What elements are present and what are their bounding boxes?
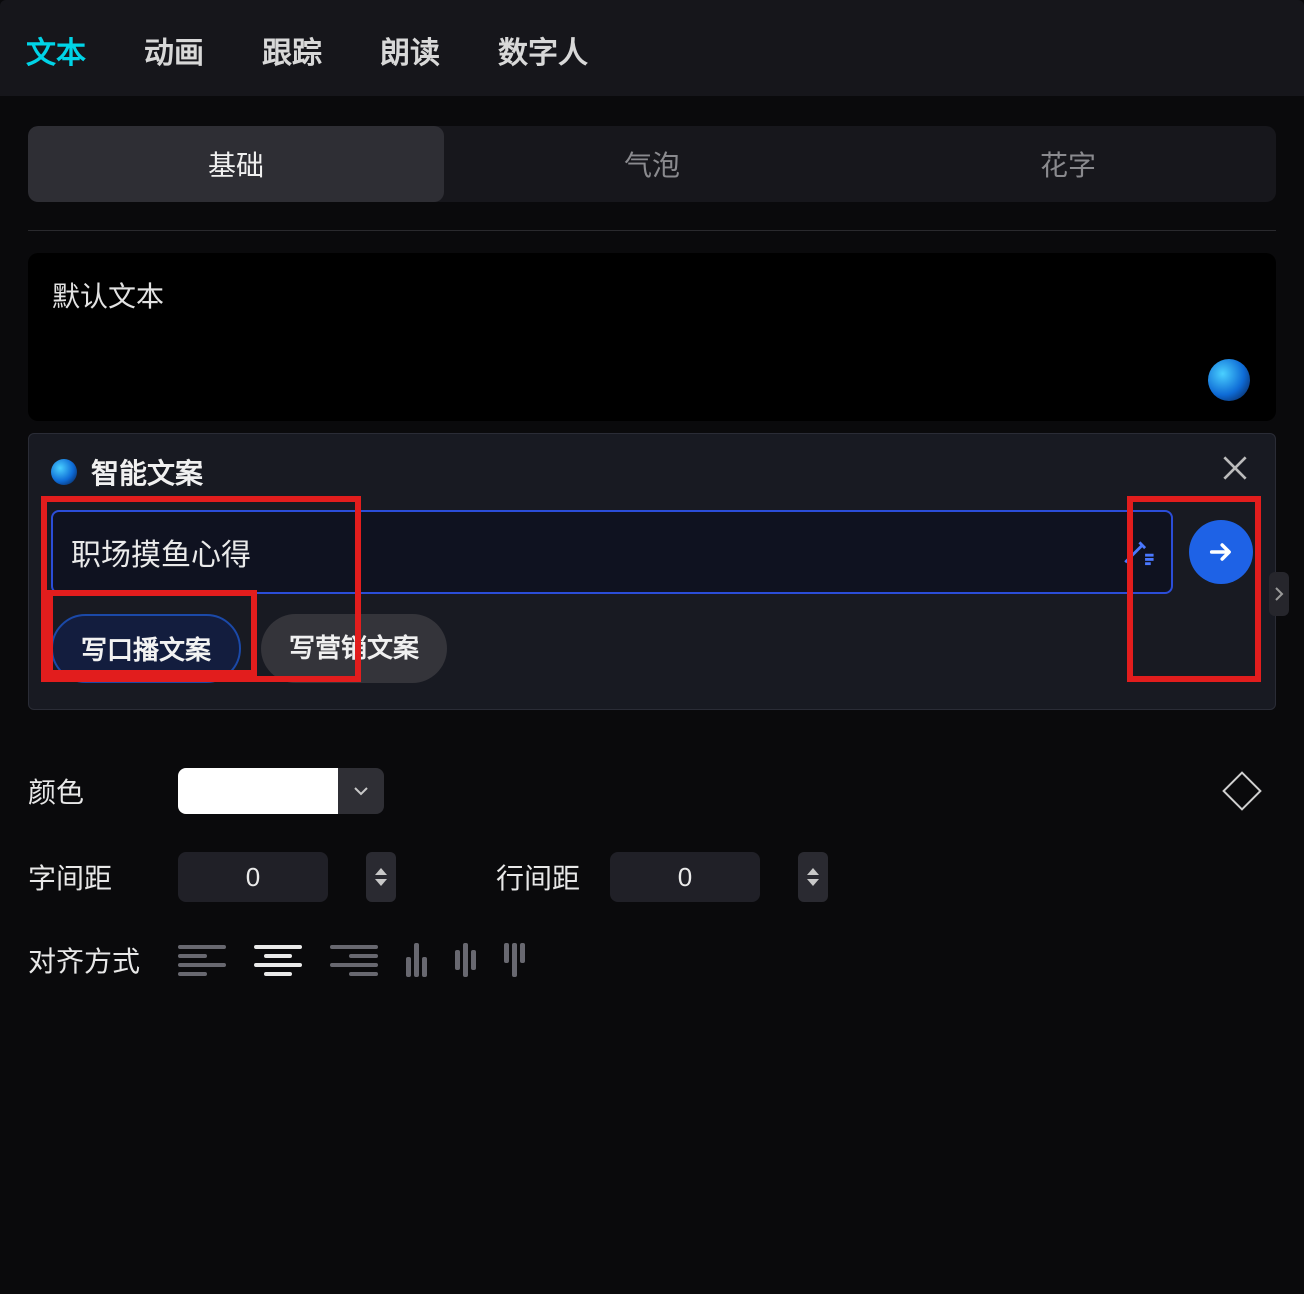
ai-input-wrap [51,510,1173,594]
line-spacing-input[interactable]: 0 [610,852,760,902]
align-row: 对齐方式 [0,940,1304,980]
ai-prompt-input[interactable] [71,535,1153,569]
align-label: 对齐方式 [28,940,148,980]
ai-input-row [51,510,1253,594]
color-row: 颜色 [0,768,1304,814]
align-group [178,940,525,980]
chevron-down-icon [353,786,369,796]
text-input-box[interactable]: 默认文本 [28,253,1276,421]
line-spacing-label: 行间距 [496,857,580,897]
subtab-fancy[interactable]: 花字 [860,126,1276,202]
spacing-row: 字间距 0 行间距 0 [0,852,1304,902]
line-spacing-stepper[interactable] [798,852,828,902]
ai-orb-icon[interactable] [1208,359,1250,401]
letter-spacing-input[interactable]: 0 [178,852,328,902]
close-icon [1219,452,1251,484]
subtab-bubble[interactable]: 气泡 [444,126,860,202]
tab-text[interactable]: 文本 [26,28,86,72]
step-down-icon [375,879,387,886]
subtab-basic[interactable]: 基础 [28,126,444,202]
color-label: 颜色 [28,771,148,811]
top-tabs: 文本 动画 跟踪 朗读 数字人 [0,0,1304,96]
step-up-icon [807,868,819,875]
tab-tracking[interactable]: 跟踪 [262,28,322,72]
color-dropdown-toggle[interactable] [338,768,384,814]
ai-chip-row: 写口播文案 写营销文案 [51,614,1253,683]
ai-panel-title: 智能文案 [91,452,203,492]
step-down-icon [807,879,819,886]
text-panel: 基础 气泡 花字 默认文本 智能文案 [0,106,1304,730]
chip-marketing[interactable]: 写营销文案 [261,614,447,683]
vertical-align-middle-button[interactable] [455,943,476,977]
chevron-icon [1274,586,1284,602]
vertical-align-bottom-button[interactable] [504,943,525,977]
sub-tabs: 基础 气泡 花字 [28,126,1276,202]
divider [28,230,1276,231]
align-right-button[interactable] [330,940,378,980]
magic-wand-icon[interactable] [1121,533,1155,572]
chip-broadcast[interactable]: 写口播文案 [51,614,241,683]
vertical-align-top-button[interactable] [406,943,427,977]
ai-orb-small-icon [51,459,77,485]
color-swatch [178,768,338,814]
tab-digital-human[interactable]: 数字人 [498,28,588,72]
text-input-value: 默认文本 [52,275,1252,315]
align-left-button[interactable] [178,940,226,980]
letter-spacing-stepper[interactable] [366,852,396,902]
color-picker[interactable] [178,768,384,814]
tab-animation[interactable]: 动画 [144,28,204,72]
close-button[interactable] [1219,452,1251,484]
arrow-right-icon [1207,538,1235,566]
letter-spacing-label: 字间距 [28,857,148,897]
ai-copy-panel: 智能文案 [28,433,1276,710]
keyframe-diamond-icon[interactable] [1222,771,1262,811]
submit-button[interactable] [1189,520,1253,584]
ai-panel-header: 智能文案 [51,452,1253,492]
tab-read[interactable]: 朗读 [380,28,440,72]
align-center-button[interactable] [254,940,302,980]
step-up-icon [375,868,387,875]
side-handle[interactable] [1269,572,1289,616]
